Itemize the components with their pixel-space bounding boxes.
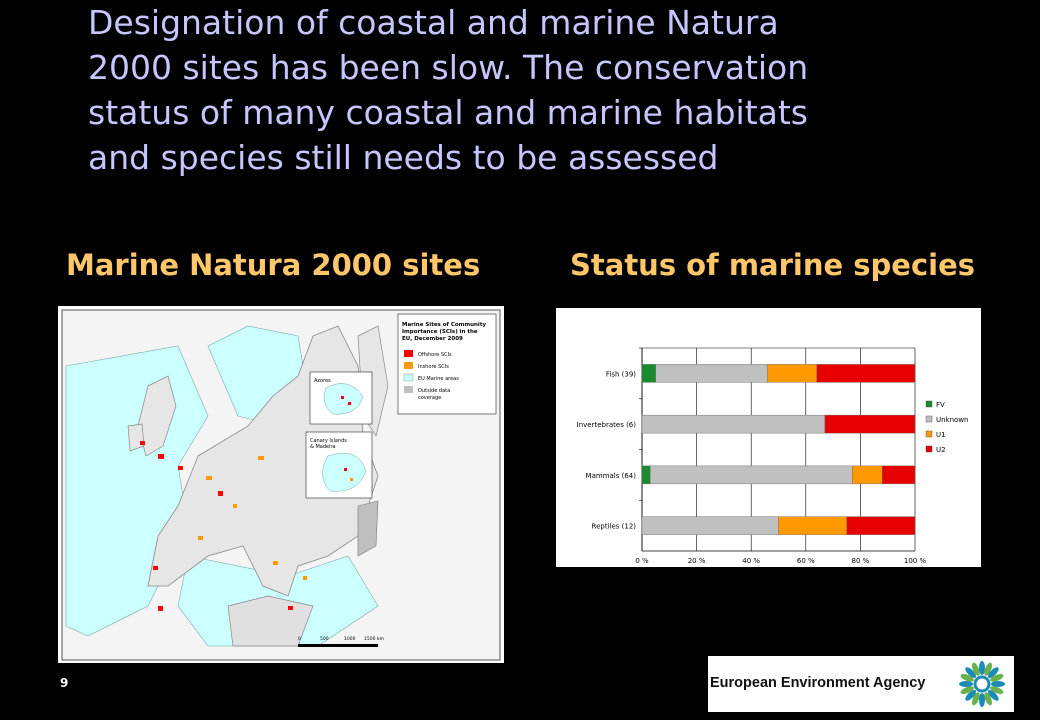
emblem-petal [979,661,985,675]
legend-label: U1 [936,431,946,439]
map-graphic: Marine Sites of Community Importance (SC… [61,309,501,661]
chart-svg: 0 % 20 % 40 % 60 % 80 % 100 % Fish (39) Inverte… [577,347,969,565]
species-status-chart: 0 % 20 % 40 % 60 % 80 % 100 % Fish (39) Inverte… [556,308,981,567]
x-tick-label: 20 % [688,557,706,565]
headline-line-2: 2000 sites has been slow. The conservati… [88,48,809,87]
emblem-petal [991,681,1005,687]
category-label: Mammals (64) [586,472,637,480]
category-label: Reptiles (12) [592,523,637,531]
eea-logo: European Environment Agency [708,656,1014,712]
map-legend-swatch-outside [404,386,413,393]
scale-label-1000: 1000 [344,636,356,642]
map-legend-label-outside-2: coverage [418,395,441,401]
bar-segment [641,364,656,383]
slide-headline: Designation of coastal and marine Natura… [88,0,988,180]
x-tick-label: 40 % [742,557,760,565]
bar-segment [824,414,916,434]
bar-segment [641,414,826,434]
emblem-petal [959,681,973,687]
legend-swatch [925,445,933,453]
page-number: 9 [60,676,69,690]
x-tick-label: 0 % [635,557,649,565]
map-legend-label-marine: EU Marine areas [418,376,459,382]
emblem-petal [979,693,985,707]
headline-line-4: and species still needs to be assessed [88,138,719,177]
bar-segment [882,465,916,485]
bar-segment [767,364,817,383]
bar-segment [778,516,847,535]
bar-segment [852,465,883,485]
map-subtitle: Marine Natura 2000 sites [66,248,481,282]
x-tick-label: 60 % [797,557,815,565]
eea-emblem-icon [959,661,1005,707]
legend-swatch [925,415,933,423]
bar-segment [641,516,779,535]
bar-segment [655,364,768,383]
bar-segment [816,364,916,383]
x-tick-label: 100 % [904,557,927,565]
marine-sites-map: Marine Sites of Community Importance (SC… [58,306,504,663]
map-legend-title-1: Marine Sites of Community [402,322,486,328]
logo-text: European Environment Agency [710,675,926,691]
scale-label-0: 0 [298,636,301,642]
scale-label-1500: 1500 km [364,636,384,642]
bar-segment [846,516,916,535]
map-legend-swatch-offshore [404,350,413,357]
headline-line-1: Designation of coastal and marine Natura [88,3,779,42]
legend-swatch [925,430,933,438]
map-legend-title-2: Importance (SCIs) in the [402,329,478,335]
scale-label-500: 500 [320,636,329,642]
legend-label: FV [936,401,945,409]
category-label: Invertebrates (6) [577,421,637,429]
chart-subtitle: Status of marine species [570,248,976,282]
map-legend-title-3: EU, December 2009 [402,336,463,342]
canary-label-2: & Madeira [310,444,336,450]
headline-line-3: status of many coastal and marine habita… [88,93,808,132]
bar-segment [641,465,651,485]
map-scale-bar [298,644,378,647]
map-legend-swatch-inshore [404,362,413,369]
x-tick-label: 80 % [852,557,870,565]
map-legend-swatch-marine [403,373,414,382]
legend-swatch [925,400,933,408]
emblem-center [973,675,991,693]
map-legend-label-outside: Outside data [418,388,450,394]
legend-label: Unknown [936,416,969,424]
azores-label: Azores [314,378,331,384]
bar-segment [649,465,853,485]
legend-label: U2 [936,446,946,454]
map-legend-label-inshore: Inshore SCIs [418,364,449,370]
map-legend-label-offshore: Offshore SCIs [418,352,452,358]
category-label: Fish (39) [606,370,636,378]
